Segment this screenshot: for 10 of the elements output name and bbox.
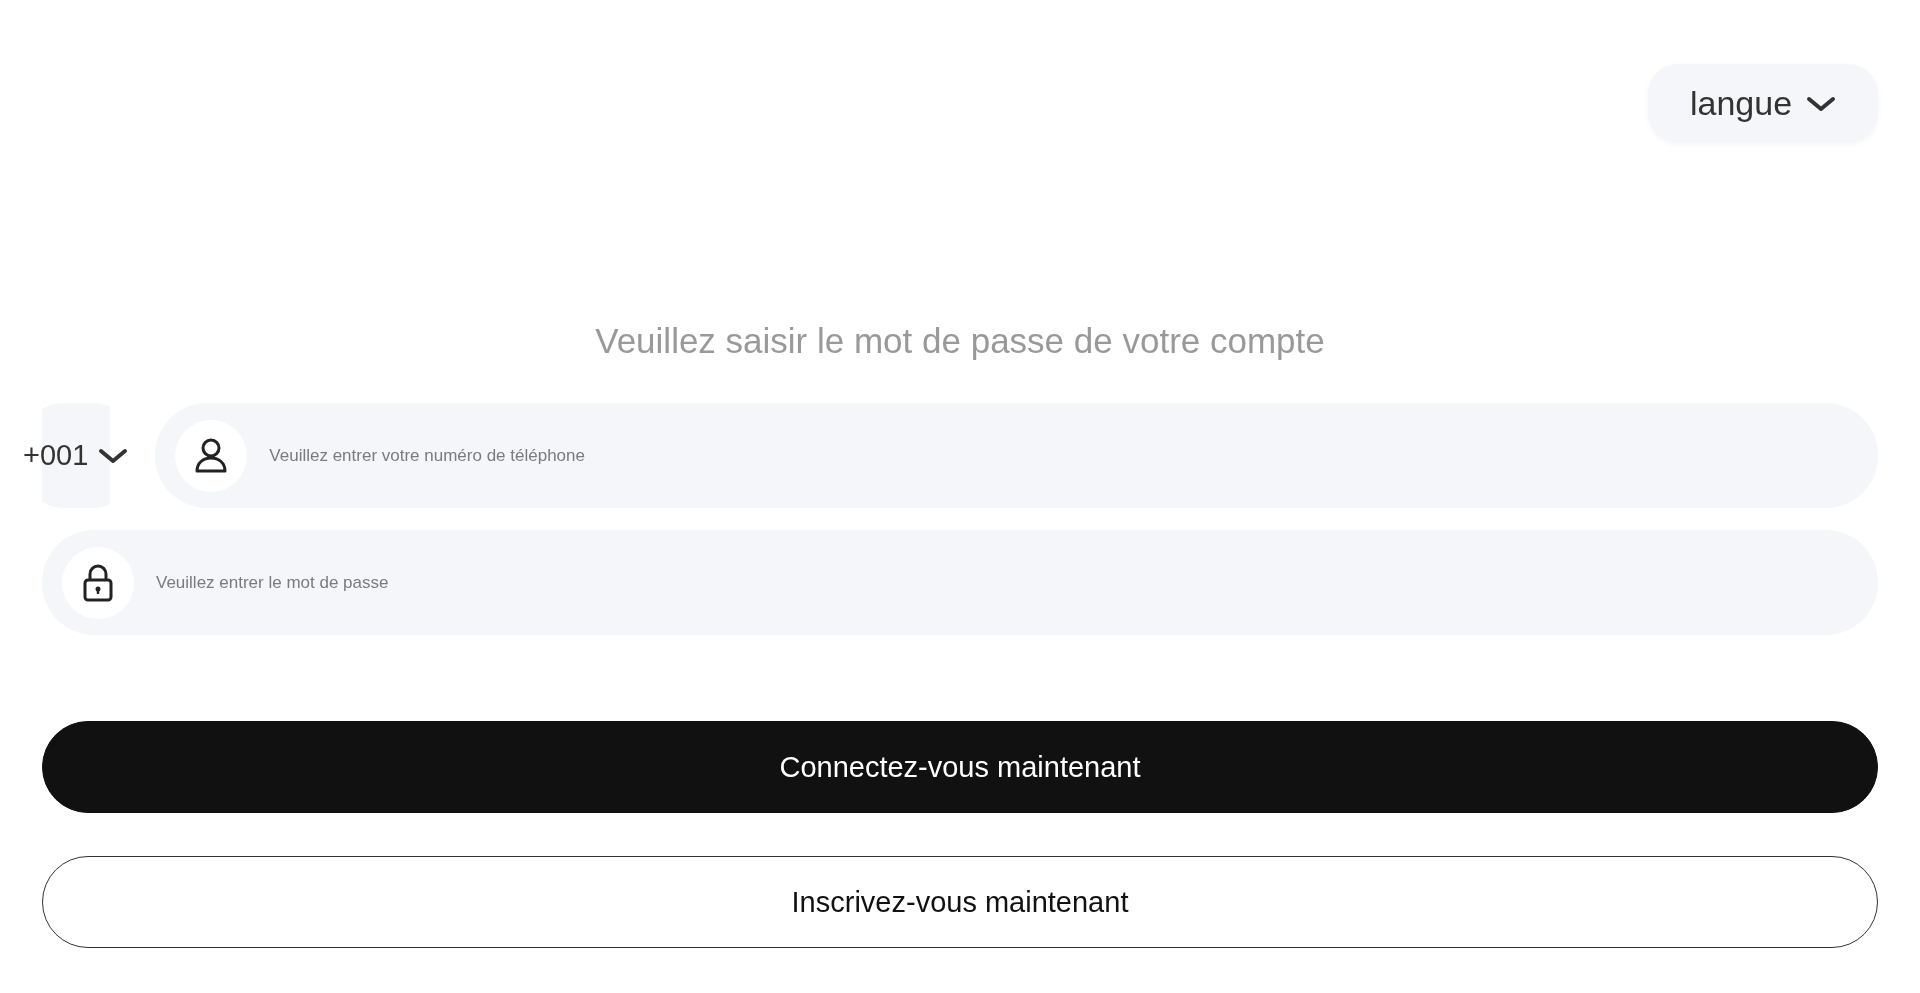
chevron-down-icon	[98, 446, 129, 465]
chevron-down-icon	[1806, 94, 1837, 113]
form-title: Veuillez saisir le mot de passe de votre compte	[594, 320, 1326, 362]
password-field[interactable]: Veuillez entrer le mot de passe	[154, 571, 1858, 594]
register-button[interactable]: Inscrivez-vous maintenant	[42, 856, 1878, 948]
language-dropdown[interactable]: langue	[1648, 64, 1878, 143]
lock-icon	[82, 563, 114, 602]
login-button[interactable]: Connectez-vous maintenant	[42, 721, 1878, 813]
phone-field[interactable]: Veuillez entrer votre numéro de téléphone	[267, 444, 1858, 467]
user-icon	[194, 437, 229, 474]
